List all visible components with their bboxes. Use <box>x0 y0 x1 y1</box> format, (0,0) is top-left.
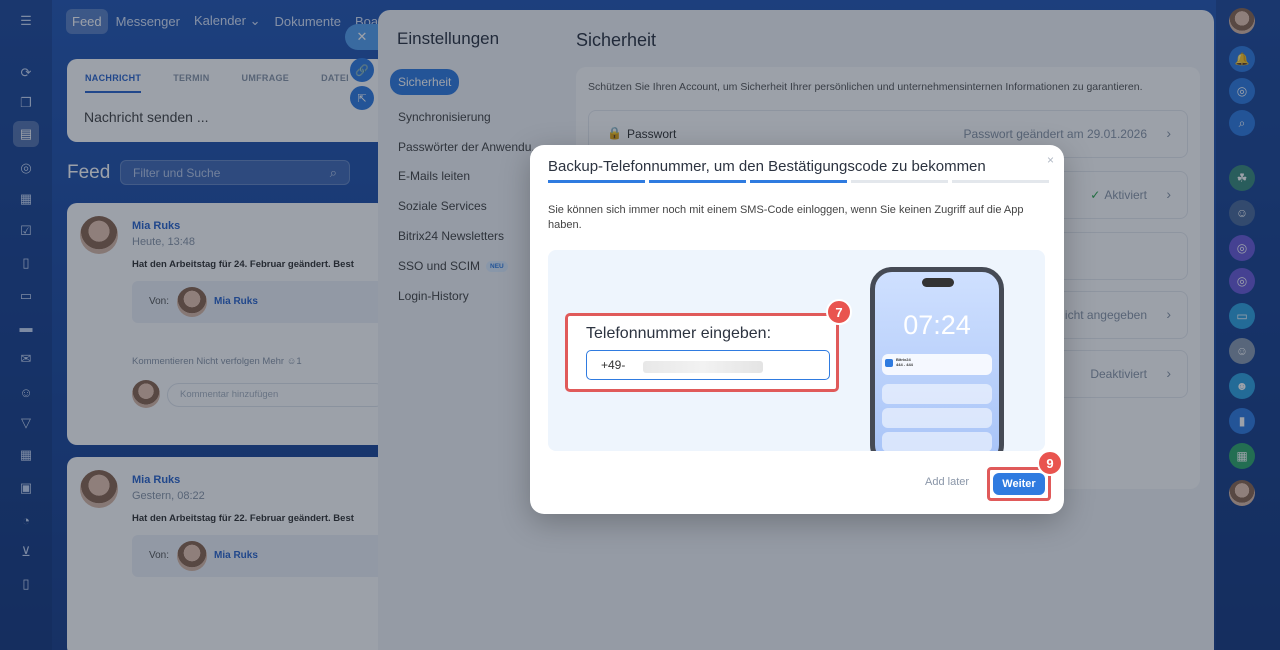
add-later-link[interactable]: Add later <box>925 476 969 488</box>
weiter-button[interactable]: Weiter <box>993 473 1045 495</box>
step-segment <box>548 180 645 183</box>
step-segment <box>649 180 746 183</box>
progress-steps <box>548 180 1049 183</box>
phone-notch <box>922 278 954 287</box>
step-segment <box>851 180 948 183</box>
step-badge: 9 <box>1037 450 1063 476</box>
phone-placeholder <box>882 432 992 451</box>
phone-notification: Bitrix24 444 - 444 <box>882 354 992 375</box>
app-icon <box>885 359 893 367</box>
phone-label: Telefonnummer eingeben: <box>586 325 772 342</box>
illustration: Telefonnummer eingeben: +49- 7 07:24 Bit… <box>548 250 1045 451</box>
close-icon[interactable]: × <box>1047 153 1054 167</box>
step-segment <box>952 180 1049 183</box>
phone-mockup: 07:24 Bitrix24 444 - 444 <box>870 267 1004 451</box>
phone-input[interactable]: +49- <box>586 350 830 380</box>
phone-input-value: +49- <box>601 358 626 372</box>
step-segment <box>750 180 847 183</box>
phone-clock: 07:24 <box>903 310 971 340</box>
phone-placeholder <box>882 408 992 428</box>
modal-description: Sie können sich immer noch mit einem SMS… <box>548 204 1024 231</box>
modal-title: Backup-Telefonnummer, um den Bestätigung… <box>548 158 986 175</box>
blurred-number <box>643 361 763 373</box>
backup-phone-modal: × Backup-Telefonnummer, um den Bestätigu… <box>530 145 1064 514</box>
notification-text: Bitrix24 444 - 444 <box>896 357 913 367</box>
app-window: ☰ ⟳ ❐ ▤ ◎ ▦ ☑ ▯ ▭ ▬ ✉ ☺ ▽ ▦ ▣ ◔ ⊻ ▯ Feed… <box>0 0 1280 650</box>
phone-entry-card: Telefonnummer eingeben: +49- <box>565 313 839 392</box>
notification-code: 444 - 444 <box>896 362 913 367</box>
step-badge: 7 <box>826 299 852 325</box>
phone-placeholder <box>882 384 992 404</box>
